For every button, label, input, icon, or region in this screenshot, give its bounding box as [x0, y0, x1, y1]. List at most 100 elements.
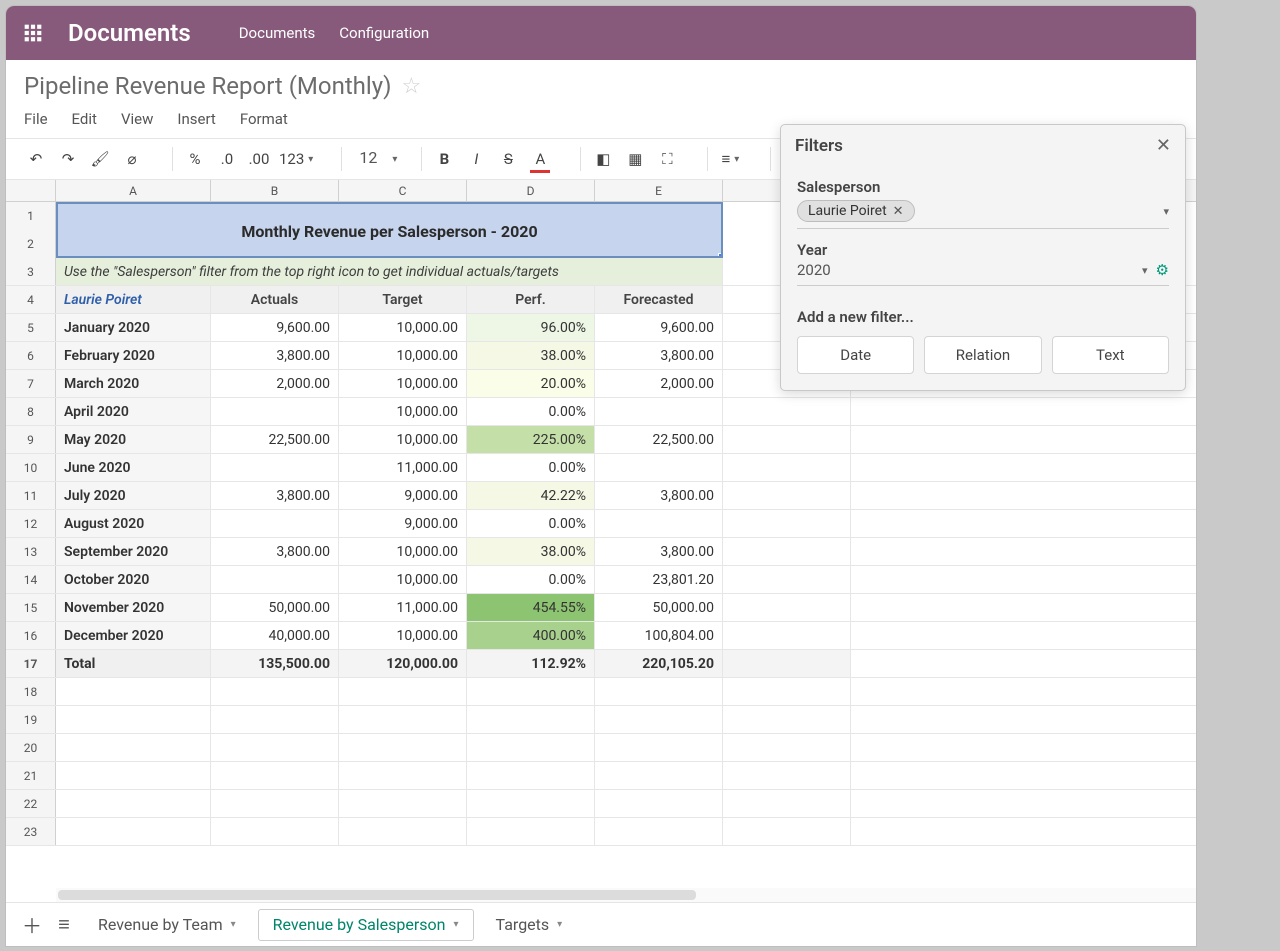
month-cell[interactable]: April 2020	[56, 398, 211, 425]
cell[interactable]	[211, 706, 339, 733]
target-cell[interactable]: 10,000.00	[339, 370, 467, 397]
perf-cell[interactable]: 38.00%	[467, 538, 595, 565]
column-header-A[interactable]: A	[56, 180, 211, 201]
add-filter-text-button[interactable]: Text	[1052, 336, 1169, 374]
month-cell[interactable]: March 2020	[56, 370, 211, 397]
italic-button[interactable]: I	[464, 145, 488, 173]
cell[interactable]	[467, 678, 595, 705]
clear-format-icon[interactable]: ⌀	[120, 145, 144, 173]
nav-documents[interactable]: Documents	[239, 24, 316, 42]
add-filter-date-button[interactable]: Date	[797, 336, 914, 374]
sheet-tab[interactable]: Revenue by Salesperson▾	[258, 909, 474, 941]
target-cell[interactable]: 9,000.00	[339, 510, 467, 537]
actuals-cell[interactable]: 22,500.00	[211, 426, 339, 453]
row-header[interactable]: 10	[6, 454, 56, 481]
cell[interactable]	[211, 818, 339, 845]
target-cell[interactable]: 9,000.00	[339, 482, 467, 509]
cell-F[interactable]	[723, 594, 851, 621]
row-header[interactable]: 22	[6, 790, 56, 817]
row-header[interactable]: 18	[6, 678, 56, 705]
cell[interactable]	[56, 734, 211, 761]
month-cell[interactable]: September 2020	[56, 538, 211, 565]
increase-decimal[interactable]: .00	[247, 145, 271, 173]
month-cell[interactable]: November 2020	[56, 594, 211, 621]
cell-F[interactable]	[723, 510, 851, 537]
forecast-cell[interactable]: 100,804.00	[595, 622, 723, 649]
forecast-cell[interactable]: 3,800.00	[595, 482, 723, 509]
actuals-cell[interactable]	[211, 398, 339, 425]
cell-F[interactable]	[723, 622, 851, 649]
column-header-E[interactable]: E	[595, 180, 723, 201]
actuals-cell[interactable]: 3,800.00	[211, 342, 339, 369]
actuals-cell[interactable]: 3,800.00	[211, 538, 339, 565]
add-sheet-icon[interactable]: ＋	[16, 909, 48, 941]
forecast-cell[interactable]: 3,800.00	[595, 538, 723, 565]
row-header[interactable]: 21	[6, 762, 56, 789]
row-header[interactable]: 12	[6, 510, 56, 537]
cell[interactable]	[56, 818, 211, 845]
total-perf[interactable]: 112.92%	[467, 650, 595, 677]
column-header-C[interactable]: C	[339, 180, 467, 201]
menu-edit[interactable]: Edit	[72, 110, 97, 128]
row-header[interactable]: 19	[6, 706, 56, 733]
cell-F[interactable]	[723, 650, 851, 677]
decrease-decimal[interactable]: .0	[215, 145, 239, 173]
target-cell[interactable]: 10,000.00	[339, 538, 467, 565]
cell-F[interactable]	[723, 454, 851, 481]
menu-insert[interactable]: Insert	[177, 110, 215, 128]
cell[interactable]	[595, 762, 723, 789]
chevron-down-icon[interactable]: ▾	[454, 919, 459, 930]
perf-cell[interactable]: 38.00%	[467, 342, 595, 369]
cell[interactable]	[595, 790, 723, 817]
month-cell[interactable]: August 2020	[56, 510, 211, 537]
fill-color-icon[interactable]: ◧	[591, 145, 615, 173]
year-dropdown-icon[interactable]: ▾	[1142, 264, 1148, 277]
row-header[interactable]: 17	[6, 650, 56, 677]
month-cell[interactable]: December 2020	[56, 622, 211, 649]
target-cell[interactable]: 11,000.00	[339, 594, 467, 621]
cell[interactable]	[723, 678, 851, 705]
horizontal-scrollbar[interactable]	[56, 888, 1196, 902]
cell[interactable]	[467, 734, 595, 761]
borders-icon[interactable]: ▦	[623, 145, 647, 173]
format-percent[interactable]: %	[183, 145, 207, 173]
filter-salesperson-input[interactable]: Laurie Poiret ✕ ▾	[797, 196, 1169, 229]
cell[interactable]	[211, 762, 339, 789]
actuals-cell[interactable]: 50,000.00	[211, 594, 339, 621]
cell[interactable]	[56, 706, 211, 733]
select-all-corner[interactable]	[6, 180, 56, 201]
cell[interactable]	[211, 678, 339, 705]
total-actuals[interactable]: 135,500.00	[211, 650, 339, 677]
row-header[interactable]: 5	[6, 314, 56, 341]
actuals-cell[interactable]: 3,800.00	[211, 482, 339, 509]
cell-F[interactable]	[723, 566, 851, 593]
row-header[interactable]: 11	[6, 482, 56, 509]
chip-remove-icon[interactable]: ✕	[893, 204, 904, 219]
perf-cell[interactable]: 0.00%	[467, 510, 595, 537]
strike-button[interactable]: S	[496, 145, 520, 173]
actuals-cell[interactable]: 40,000.00	[211, 622, 339, 649]
forecast-cell[interactable]: 3,800.00	[595, 342, 723, 369]
cell[interactable]	[56, 790, 211, 817]
cell[interactable]	[56, 678, 211, 705]
text-color-button[interactable]: A	[528, 145, 552, 173]
cell[interactable]	[339, 790, 467, 817]
forecast-cell[interactable]: 22,500.00	[595, 426, 723, 453]
chevron-down-icon[interactable]: ▾	[231, 919, 236, 930]
month-cell[interactable]: May 2020	[56, 426, 211, 453]
column-header-B[interactable]: B	[211, 180, 339, 201]
column-header-D[interactable]: D	[467, 180, 595, 201]
target-cell[interactable]: 11,000.00	[339, 454, 467, 481]
menu-view[interactable]: View	[121, 110, 153, 128]
add-filter-relation-button[interactable]: Relation	[924, 336, 1041, 374]
month-cell[interactable]: June 2020	[56, 454, 211, 481]
header-actuals[interactable]: Actuals	[211, 286, 339, 313]
total-label[interactable]: Total	[56, 650, 211, 677]
nav-configuration[interactable]: Configuration	[339, 24, 429, 42]
forecast-cell[interactable]	[595, 510, 723, 537]
row-header[interactable]: 15	[6, 594, 56, 621]
year-settings-gear-icon[interactable]: ⚙	[1156, 261, 1169, 279]
number-format-menu[interactable]: 123▾	[279, 145, 313, 173]
row-header[interactable]: 14	[6, 566, 56, 593]
row-header[interactable]: 1	[6, 202, 56, 230]
